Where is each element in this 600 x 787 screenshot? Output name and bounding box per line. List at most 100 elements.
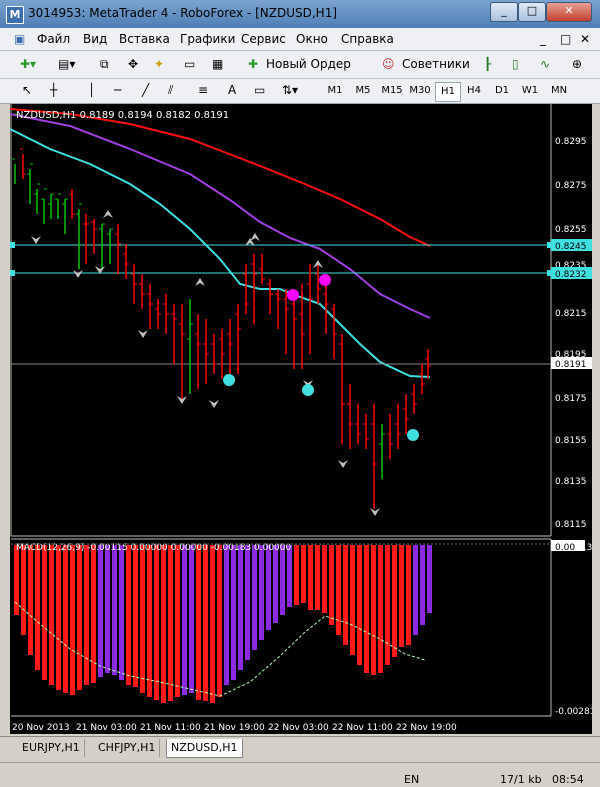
data-window-icon[interactable]: ✦	[154, 54, 164, 74]
advisors-button[interactable]: Советники	[402, 54, 470, 74]
status-bar: EN 17/1 kb 08:54	[0, 762, 600, 787]
macd-bar	[91, 545, 96, 683]
language-indicator[interactable]: EN	[404, 773, 419, 786]
menu-help[interactable]: Справка	[341, 32, 394, 46]
advisors-icon: ☺	[382, 57, 395, 71]
candle-chart-icon[interactable]: ▯	[512, 54, 519, 74]
price-label: 0.8115	[555, 520, 587, 530]
price-label: 0.8135	[555, 477, 587, 487]
price-label: 0.8175	[555, 394, 587, 404]
macd-bar	[301, 545, 306, 603]
macd-bar	[84, 545, 89, 685]
macd-bar	[217, 545, 222, 697]
macd-bar	[203, 545, 208, 701]
main-toolbar: ✚▾ ▤▾ ⧉ ✥ ✦ ▭ ▦ ✚ Новый Ордер ☺ Советник…	[0, 51, 600, 79]
horizontal-line-icon[interactable]: ─	[114, 80, 121, 100]
vertical-line-icon[interactable]: │	[88, 80, 95, 100]
macd-bar	[287, 545, 292, 607]
menu-view[interactable]: Вид	[83, 32, 107, 46]
macd-bar	[322, 545, 327, 613]
child-restore-button[interactable]: □	[560, 32, 571, 46]
macd-bar	[63, 545, 68, 693]
market-watch-icon[interactable]: ⧉	[100, 54, 109, 74]
timeframe-m5[interactable]: M5	[350, 82, 376, 100]
tab-eurjpy[interactable]: EURJPY,H1	[18, 739, 85, 757]
text-icon[interactable]: A	[228, 80, 236, 100]
menu-insert[interactable]: Вставка	[119, 32, 170, 46]
macd-bar	[105, 545, 110, 673]
new-order-button[interactable]: Новый Ордер	[266, 54, 351, 74]
macd-bar	[77, 545, 82, 690]
level-price-tag: 0.8245	[555, 242, 587, 252]
title-bar: M 3014953: MetaTrader 4 - RoboForex - [N…	[0, 0, 600, 28]
macd-bar	[70, 545, 75, 695]
equidistant-channel-icon[interactable]: ⫽	[168, 80, 173, 100]
macd-bar	[245, 545, 250, 660]
chart-canvas[interactable]: NZDUSD,H1 0.8189 0.8194 0.8182 0.8191 0.…	[9, 104, 595, 734]
timeframe-m30[interactable]: M30	[406, 82, 434, 100]
fibonacci-icon[interactable]: ≡	[198, 80, 208, 100]
time-label: 21 Nov 03:00	[76, 723, 137, 733]
time-label: 21 Nov 19:00	[204, 723, 265, 733]
menu-window[interactable]: Окно	[296, 32, 328, 46]
timeframe-m15[interactable]: M15	[378, 82, 406, 100]
crosshair-icon[interactable]: ┼	[50, 80, 57, 100]
macd-bar	[399, 545, 404, 647]
macd-bar	[364, 545, 369, 673]
macd-bar	[210, 545, 215, 703]
chart-tabs: EURJPY,H1 CHFJPY,H1 NZDUSD,H1	[0, 736, 600, 759]
child-window-icon: ▣	[14, 32, 26, 46]
macd-bar	[21, 545, 26, 635]
macd-bar	[175, 545, 180, 697]
menu-charts[interactable]: Графики	[180, 32, 235, 46]
price-chart[interactable]: NZDUSD,H1 0.8189 0.8194 0.8182 0.8191 0.…	[9, 104, 595, 734]
menu-file[interactable]: Файл	[37, 32, 70, 46]
macd-label: -0.00281	[555, 707, 592, 717]
zoom-in-icon[interactable]: ⊕	[572, 54, 582, 74]
terminal-icon[interactable]: ▭	[184, 54, 195, 74]
text-label-icon[interactable]: ▭	[254, 80, 265, 100]
macd-bar	[413, 545, 418, 635]
timeframe-m1[interactable]: M1	[322, 82, 348, 100]
tab-chfjpy[interactable]: CHFJPY,H1	[94, 739, 161, 757]
price-label: 0.8275	[555, 181, 587, 191]
child-minimize-button[interactable]: _	[540, 32, 546, 46]
macd-bar	[49, 545, 54, 685]
tab-nzdusd[interactable]: NZDUSD,H1	[166, 739, 243, 758]
price-label: 0.8215	[555, 309, 587, 319]
macd-bar	[259, 545, 264, 640]
timeframe-d1[interactable]: D1	[490, 82, 514, 100]
navigator-icon[interactable]: ✥	[128, 54, 138, 74]
drawing-toolbar: ↖ ┼ │ ─ ╱ ⫽ ≡ A ▭ ⇅▾ M1 M5 M15 M30 H1 H4…	[0, 79, 600, 104]
time-label: 21 Nov 11:00	[140, 723, 201, 733]
macd-bar	[420, 545, 425, 625]
line-chart-icon[interactable]: ∿	[540, 54, 550, 74]
close-button[interactable]: ✕	[546, 2, 592, 22]
profiles-icon[interactable]: ▤▾	[58, 54, 75, 74]
child-close-button[interactable]: ✕	[580, 32, 590, 46]
signal-dot	[407, 429, 419, 441]
signal-dot	[319, 274, 331, 286]
timeframe-h4[interactable]: H4	[462, 82, 486, 100]
restore-button[interactable]: □	[518, 2, 546, 22]
macd-bar	[294, 545, 299, 605]
timeframe-h1[interactable]: H1	[435, 82, 461, 102]
cursor-icon[interactable]: ↖	[22, 80, 32, 100]
macd-zero-tag: 0.00	[555, 543, 575, 553]
trendline-icon[interactable]: ╱	[142, 80, 149, 100]
minimize-button[interactable]: _	[490, 2, 518, 22]
macd-bar	[273, 545, 278, 623]
signal-dot	[223, 374, 235, 386]
bar-chart-icon[interactable]: ┠	[484, 54, 491, 74]
macd-bar	[140, 545, 145, 693]
price-label: 0.8295	[555, 137, 587, 147]
tester-icon[interactable]: ▦	[212, 54, 223, 74]
macd-bar	[196, 545, 201, 700]
timeframe-mn[interactable]: MN	[546, 82, 572, 100]
level-price-tag: 0.8232	[555, 270, 587, 280]
new-chart-icon[interactable]: ✚▾	[20, 54, 36, 74]
menu-tools[interactable]: Сервис	[241, 32, 286, 46]
arrows-icon[interactable]: ⇅▾	[282, 80, 298, 100]
chart-header: NZDUSD,H1 0.8189 0.8194 0.8182 0.8191	[16, 110, 229, 121]
timeframe-w1[interactable]: W1	[518, 82, 542, 100]
